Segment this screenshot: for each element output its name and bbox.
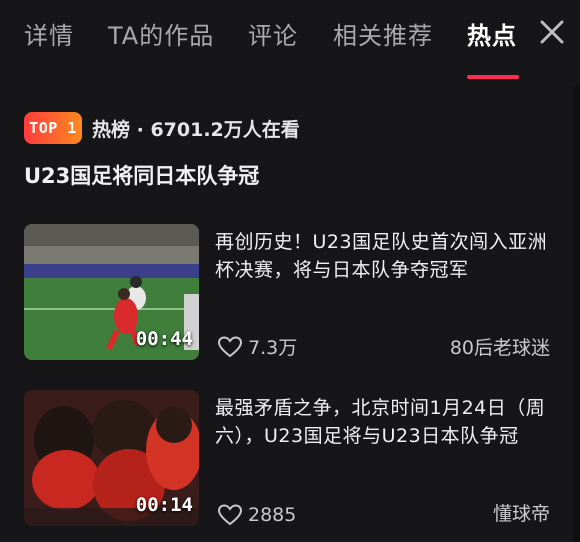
video-author[interactable]: 懂球帝 [493, 499, 550, 526]
like-count-value: 7.3万 [248, 337, 298, 359]
tab-details[interactable]: 详情 [24, 16, 74, 51]
video-card[interactable]: 00:44 再创历史！U23国足队史首次闯入亚洲杯决赛，将与日本队争夺冠军 7.… [24, 224, 554, 362]
close-icon[interactable] [538, 18, 566, 46]
hot-list-label: 热榜 · 6701.2万人在看 [92, 118, 300, 141]
hot-list-row[interactable]: TOP 1 热榜 · 6701.2万人在看 [24, 110, 300, 146]
video-title[interactable]: 再创历史！U23国足队史首次闯入亚洲杯决赛，将与日本队争夺冠军 [215, 228, 553, 284]
hot-headline[interactable]: U23国足将同日本队争冠 [24, 160, 259, 190]
heart-icon [218, 335, 242, 357]
video-duration: 00:14 [135, 494, 193, 516]
tab-hot[interactable]: 热点 [467, 16, 517, 51]
tab-works[interactable]: TA的作品 [108, 16, 214, 51]
tab-recommended[interactable]: 相关推荐 [333, 16, 433, 51]
heart-icon [218, 504, 242, 526]
video-duration: 00:44 [135, 328, 193, 350]
video-title[interactable]: 最强矛盾之争，北京时间1月24日（周六），U23国足将与U23日本队争冠 [215, 394, 553, 450]
tab-comments[interactable]: 评论 [248, 16, 298, 51]
like-count-value: 2885 [248, 504, 297, 526]
video-card[interactable]: 00:14 最强矛盾之争，北京时间1月24日（周六），U23国足将与U23日本队… [24, 390, 554, 528]
like-count[interactable]: 7.3万 [218, 333, 297, 360]
active-tab-indicator [467, 75, 519, 79]
video-thumbnail[interactable]: 00:14 [24, 390, 199, 526]
tab-bar: 详情 TA的作品 评论 相关推荐 热点 [0, 0, 580, 82]
like-count[interactable]: 2885 [218, 504, 296, 526]
top-rank-badge: TOP 1 [24, 112, 82, 144]
video-author[interactable]: 80后老球迷 [450, 333, 550, 360]
scrollbar-track[interactable] [574, 86, 580, 542]
video-thumbnail[interactable]: 00:44 [24, 224, 199, 360]
